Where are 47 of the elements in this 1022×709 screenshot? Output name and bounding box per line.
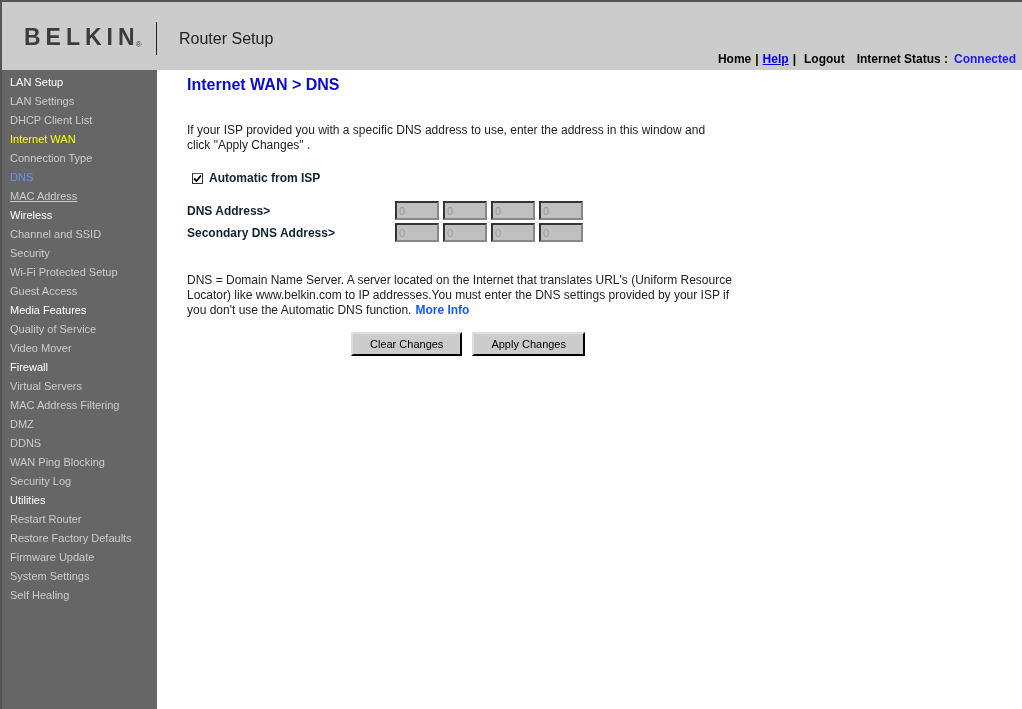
clear-changes-button[interactable]: Clear Changes (351, 332, 463, 356)
sidebar-item[interactable]: Guest Access (2, 282, 157, 301)
sidebar-item[interactable]: LAN Settings (2, 92, 157, 111)
field-label: DNS Address> (187, 203, 272, 220)
apply-changes-button[interactable]: Apply Changes (472, 332, 585, 356)
nav-link[interactable]: Logout (804, 52, 845, 66)
intro-text: If your ISP provided you with a specific DNS address to use, enter the address in this window and click "Apply Changes" . (187, 123, 707, 153)
more-info-link[interactable]: More Info (415, 303, 470, 317)
sidebar-item[interactable]: System Settings (2, 567, 157, 586)
status-label: Internet Status : (856, 52, 948, 66)
sidebar-item[interactable]: DNS (2, 168, 157, 187)
sidebar-section[interactable]: LAN Setup (2, 73, 157, 92)
sidebar-item[interactable]: Restart Router (2, 510, 157, 529)
sidebar-item[interactable]: Virtual Servers (2, 377, 157, 396)
sidebar-section[interactable]: Utilities (2, 491, 157, 510)
sidebar-item[interactable]: Firmware Update (2, 548, 157, 567)
sidebar-item[interactable]: DHCP Client List (2, 111, 157, 130)
checkbox-label: Automatic from ISP (209, 171, 321, 185)
sidebar-item[interactable]: WAN Ping Blocking (2, 453, 157, 472)
sidebar-item[interactable]: MAC Address (2, 187, 157, 206)
nav-link[interactable]: Home (717, 52, 752, 66)
sidebar-item[interactable]: Video Mover (2, 339, 157, 358)
sidebar-section[interactable]: Wireless (2, 206, 157, 225)
sidebar-item[interactable]: MAC Address Filtering (2, 396, 157, 415)
sidebar-section[interactable]: Internet WAN (2, 130, 157, 149)
nav-link[interactable]: Help (762, 52, 789, 66)
sidebar-section[interactable]: Firewall (2, 358, 157, 377)
checkbox[interactable] (192, 172, 203, 184)
sidebar-item[interactable]: DMZ (2, 415, 157, 434)
sidebar-item[interactable]: Wi-Fi Protected Setup (2, 263, 157, 282)
belkin-logo: BELKIN® (24, 24, 142, 50)
dns-description: DNS = Domain Name Server. A server located on the Internet that translates URL's (Uniform Resource Locator) like www.belkin.com to IP addresses.You must enter the DNS settings provided by your ISP if you don't use the Automatic DNS function. More Info (187, 273, 732, 318)
separator-text: | (755, 52, 759, 66)
status-value: Connected (954, 52, 1016, 66)
sidebar-item[interactable]: Channel and SSID (2, 225, 157, 244)
page-heading: Internet WAN > DNS (187, 76, 341, 95)
sidebar-item[interactable]: Connection Type (2, 149, 157, 168)
sidebar-item[interactable]: Restore Factory Defaults (2, 529, 157, 548)
sidebar-section[interactable]: Media Features (2, 301, 157, 320)
sidebar-item[interactable]: Quality of Service (2, 320, 157, 339)
sidebar-item[interactable]: DDNS (2, 434, 157, 453)
sidebar-item[interactable]: Self Healing (2, 586, 157, 605)
separator-text: | (792, 52, 796, 66)
sidebar-item[interactable]: Security Log (2, 472, 157, 491)
app-title: Router Setup (179, 30, 274, 48)
sidebar-item[interactable]: Security (2, 244, 157, 263)
field-label: Secondary DNS Address> (187, 225, 336, 242)
